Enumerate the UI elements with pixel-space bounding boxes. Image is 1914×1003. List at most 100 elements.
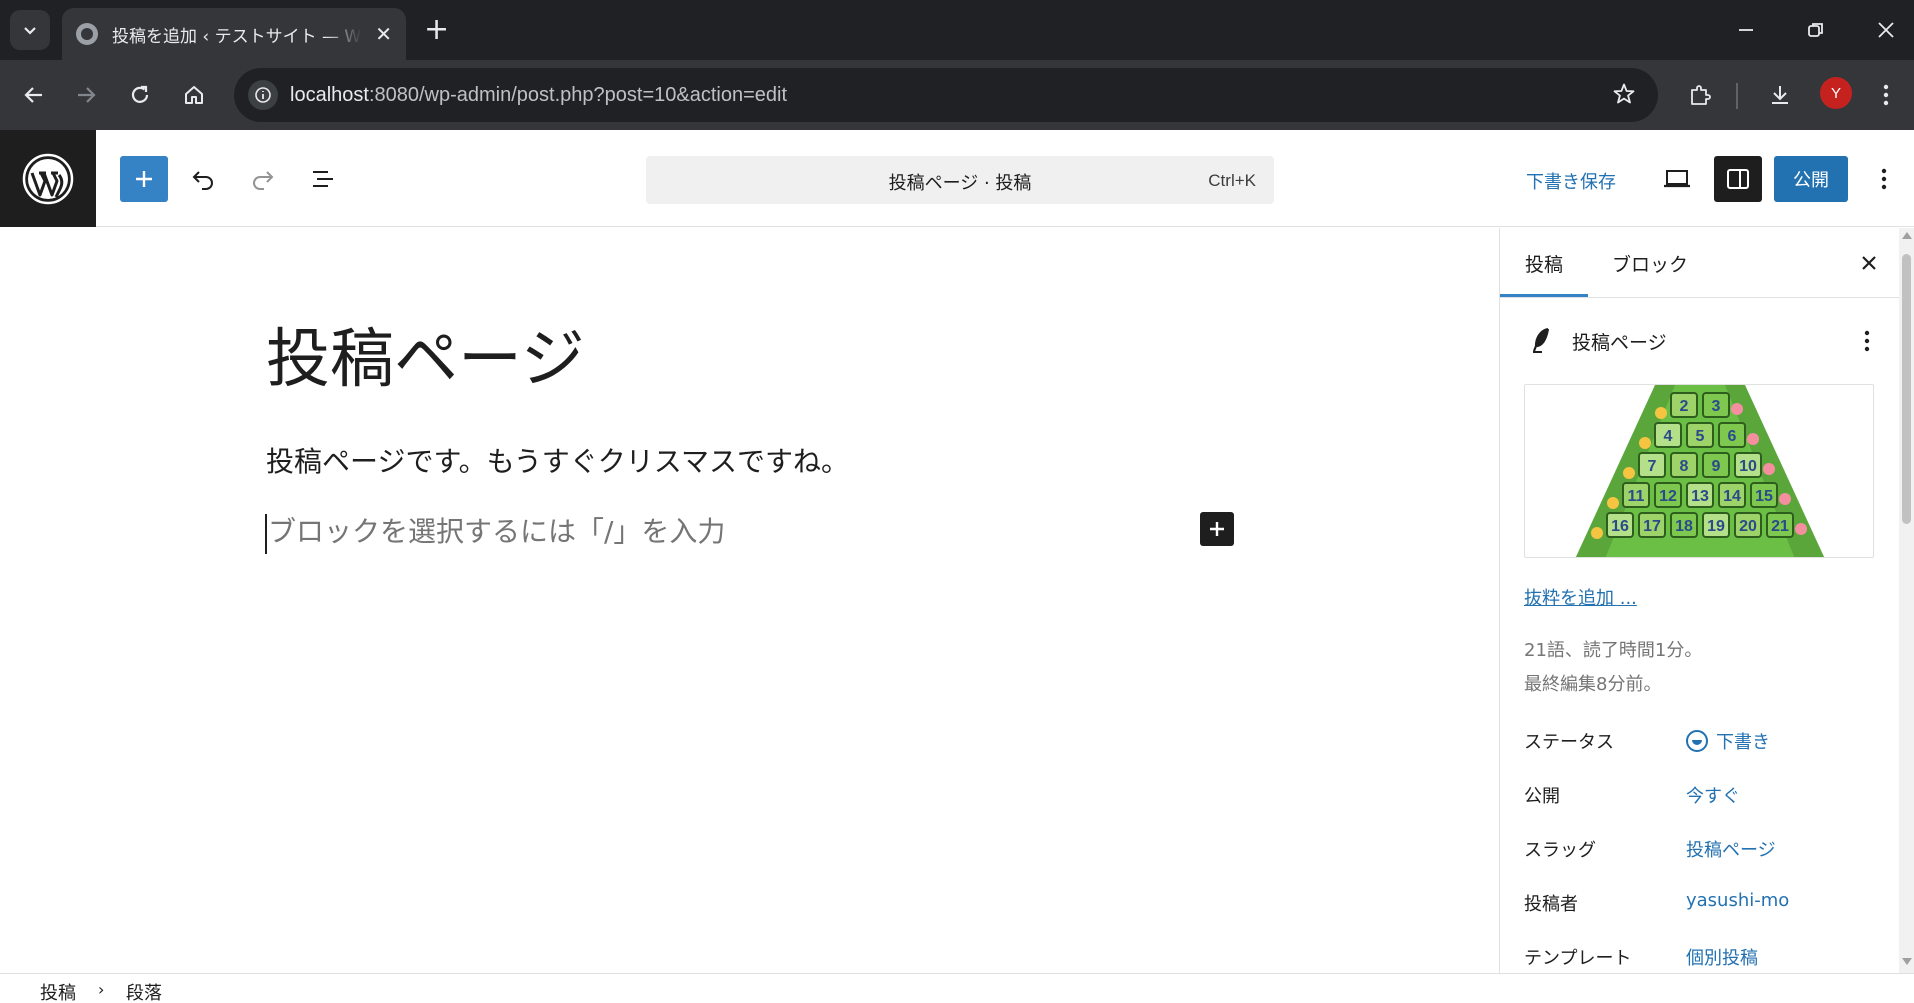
last-edited-text: 最終編集8分前。 [1524, 674, 1662, 695]
inline-block-inserter-button[interactable] [1200, 512, 1234, 546]
tab-post[interactable]: 投稿 [1525, 250, 1563, 277]
browser-tab-active[interactable]: 投稿を追加 ‹ テストサイト — WordPress ✕ [62, 8, 406, 60]
block-inserter-button[interactable] [120, 156, 168, 202]
vertical-dots-icon [1883, 84, 1889, 106]
command-palette-bar[interactable]: 投稿ページ · 投稿 Ctrl+K [646, 156, 1274, 204]
publish-value-button[interactable]: 今すぐ [1686, 782, 1740, 808]
meta-row-author: 投稿者 yasushi-mo [1524, 890, 1884, 920]
profile-avatar[interactable]: Y [1820, 77, 1852, 109]
calendar-number: 16 [1611, 518, 1629, 535]
empty-block-placeholder[interactable]: ブロックを選択するには「/」を入力 [268, 510, 725, 550]
settings-toggle-button[interactable] [1714, 156, 1762, 202]
ornament [1639, 437, 1651, 449]
calendar-number: 14 [1723, 488, 1741, 505]
author-value-button[interactable]: yasushi-mo [1686, 890, 1789, 911]
command-bar-title: 投稿ページ · 投稿 [888, 173, 1032, 194]
browser-menu-button[interactable] [1866, 75, 1906, 115]
draft-status-icon [1686, 730, 1708, 752]
tab-search-button[interactable] [10, 10, 50, 50]
post-title[interactable]: 投稿ページ [266, 322, 585, 399]
breadcrumb-post[interactable]: 投稿 [40, 979, 76, 1003]
scroll-down-icon[interactable] [1902, 958, 1912, 965]
document-overview-button[interactable] [300, 156, 346, 202]
publish-label: 公開 [1524, 786, 1560, 807]
active-tab-indicator [1500, 294, 1588, 297]
url-host: localhost [290, 83, 369, 106]
add-excerpt-link[interactable]: 抜粋を追加 ... [1524, 584, 1637, 610]
close-window-icon[interactable] [1868, 12, 1904, 48]
toolbar-separator [1736, 83, 1738, 109]
wordpress-logo-icon [22, 153, 74, 204]
calendar-number: 11 [1628, 488, 1645, 505]
template-value-button[interactable]: 個別投稿 [1686, 944, 1758, 970]
minimize-icon[interactable] [1728, 12, 1764, 48]
home-button[interactable] [174, 75, 214, 115]
ornament [1655, 407, 1667, 419]
ornament [1795, 523, 1807, 535]
publish-button[interactable]: 公開 [1774, 156, 1848, 202]
editor-canvas[interactable]: 投稿ページ 投稿ページです。もうすぐクリスマスですね。 ブロックを選択するには「… [0, 228, 1499, 973]
undo-icon [192, 171, 213, 190]
scrollbar-thumb[interactable] [1902, 254, 1911, 524]
extensions-button[interactable] [1680, 75, 1720, 115]
post-stats: 21語、読了時間1分。 最終編集8分前。 [1524, 634, 1702, 702]
calendar-number: 15 [1755, 488, 1773, 505]
address-bar[interactable]: localhost:8080/wp-admin/post.php?post=10… [234, 68, 1658, 122]
bookmark-star-icon[interactable] [1612, 82, 1636, 110]
editor-header: 投稿ページ · 投稿 Ctrl+K 下書き保存 公開 [0, 130, 1914, 227]
ornament [1591, 527, 1603, 539]
arrow-left-icon [24, 87, 42, 103]
word-count-text: 21語、読了時間1分。 [1524, 640, 1703, 661]
tab-close-icon[interactable]: ✕ [375, 24, 392, 44]
ornament [1731, 403, 1743, 415]
close-sidebar-button[interactable] [1852, 246, 1886, 280]
home-icon [185, 86, 203, 104]
restore-icon[interactable] [1798, 12, 1834, 48]
wordpress-logo-button[interactable] [0, 130, 96, 227]
breadcrumb-paragraph[interactable]: 段落 [126, 979, 162, 1003]
sidebar-scrollbar[interactable] [1899, 228, 1914, 973]
new-tab-button[interactable]: + [424, 14, 449, 46]
redo-button[interactable] [240, 156, 286, 202]
close-icon [1862, 256, 1876, 270]
reload-button[interactable] [120, 75, 160, 115]
ornament [1747, 433, 1759, 445]
sidebar-icon [1727, 169, 1749, 189]
paragraph-block[interactable]: 投稿ページです。もうすぐクリスマスですね。 [266, 440, 849, 480]
undo-button[interactable] [180, 156, 226, 202]
save-draft-button[interactable]: 下書き保存 [1526, 168, 1616, 194]
calendar-number: 20 [1739, 518, 1757, 535]
calendar-number: 8 [1680, 458, 1689, 475]
breadcrumb-separator-icon: › [98, 980, 105, 999]
status-value-button[interactable]: 下書き [1686, 728, 1770, 754]
forward-button[interactable] [66, 75, 106, 115]
calendar-number: 13 [1691, 488, 1709, 505]
reload-icon [131, 85, 149, 103]
options-menu-button[interactable] [1870, 156, 1898, 202]
plus-icon [136, 171, 152, 187]
status-value: 下書き [1716, 732, 1770, 753]
featured-image[interactable]: 2 3 4 5 6 7 8 9 10 11 12 13 14 15 16 17 18 19 20 21 [1524, 384, 1874, 558]
back-button[interactable] [14, 75, 54, 115]
ornament [1623, 467, 1635, 479]
calendar-number: 12 [1659, 488, 1677, 505]
calendar-number: 2 [1680, 398, 1689, 415]
downloads-button[interactable] [1760, 75, 1800, 115]
calendar-number: 21 [1771, 518, 1789, 535]
site-info-icon[interactable] [248, 80, 278, 110]
calendar-number: 4 [1664, 428, 1673, 445]
redo-icon [253, 171, 274, 190]
calendar-number: 19 [1707, 518, 1725, 535]
desktop-icon [1664, 170, 1690, 188]
scroll-up-icon[interactable] [1902, 232, 1912, 239]
document-actions-button[interactable] [1852, 324, 1882, 358]
post-feather-icon [1530, 326, 1554, 358]
template-label: テンプレート [1524, 948, 1632, 969]
slug-value-button[interactable]: 投稿ページ [1686, 836, 1776, 862]
author-label: 投稿者 [1524, 894, 1578, 915]
text-cursor [265, 514, 267, 554]
document-title: 投稿ページ [1572, 332, 1667, 354]
preview-button[interactable] [1654, 156, 1700, 202]
tab-block[interactable]: ブロック [1612, 250, 1688, 277]
meta-row-status: ステータス 下書き [1524, 728, 1884, 758]
